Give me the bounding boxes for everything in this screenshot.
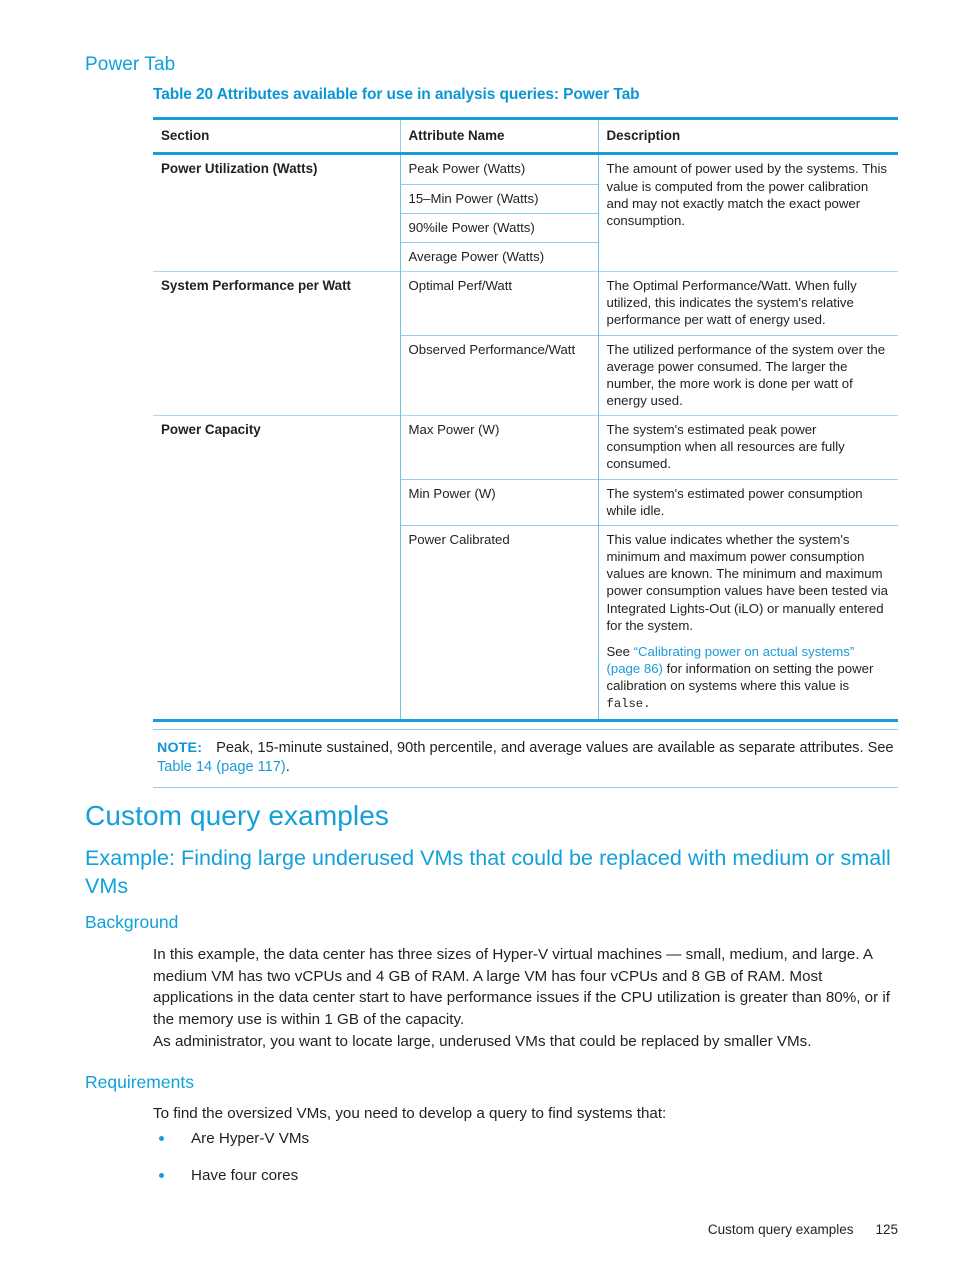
table-row: System Performance per Watt Optimal Perf…	[153, 271, 898, 416]
background-paragraph-1: In this example, the data center has thr…	[153, 946, 890, 1028]
cell-description: This value indicates whether the system'…	[597, 524, 898, 720]
list-item-label: Are Hyper-V VMs	[191, 1130, 310, 1147]
code-false: false	[606, 697, 644, 712]
example-heading: Example: Finding large underused VMs tha…	[85, 846, 891, 898]
document-page: Power Tab Table 20 Attributes available …	[0, 0, 954, 1271]
note-block: NOTE: Peak, 15-minute sustained, 90th per…	[153, 729, 898, 788]
see-prefix: See	[606, 643, 634, 659]
table-bottom-rule	[153, 719, 898, 723]
cell-description: The amount of power used by the systems.…	[597, 153, 898, 272]
attributes-table: Section Attribute Name Description Power…	[153, 116, 898, 720]
table-row: Power Utilization (Watts) Peak Power (Wa…	[153, 153, 898, 272]
description-paragraph: This value indicates whether the system'…	[606, 531, 889, 633]
table-caption: Table 20 Attributes available for use in…	[153, 86, 640, 103]
bullet-icon	[159, 1173, 164, 1179]
cell-attribute-name: Optimal Perf/Watt	[399, 271, 598, 336]
code-period: .	[643, 697, 651, 712]
cell-description: The utilized performance of the system o…	[597, 334, 898, 416]
footer-section-label: Custom query examples	[707, 1222, 854, 1237]
cell-section-name: System Performance per Watt	[153, 271, 400, 416]
cell-attribute-name: Min Power (W)	[399, 478, 598, 526]
cell-section-name: Power Capacity	[153, 415, 400, 720]
requirements-intro: To find the oversized VMs, you need to d…	[153, 1105, 667, 1122]
column-header-description: Description	[597, 116, 898, 156]
requirements-list: Are Hyper-V VMs Have four cores	[153, 1128, 898, 1203]
page-section-heading: Power Tab	[85, 54, 176, 75]
requirements-heading: Requirements	[85, 1072, 194, 1092]
cell-attribute-name: Max Power (W)	[399, 415, 598, 480]
note-text-end: .	[285, 759, 290, 776]
list-item-label: Have four cores	[191, 1167, 299, 1185]
note-label: NOTE:	[157, 740, 203, 756]
column-header-section: Section	[153, 116, 400, 156]
cell-description: The Optimal Performance/Watt. When fully…	[597, 271, 898, 336]
description-paragraph-with-link: See “Calibrating power on actual systems…	[607, 643, 891, 713]
table-row: Power Capacity Max Power (W) The system'…	[153, 415, 898, 720]
cell-attribute-name: 15–Min Power (Watts)	[399, 183, 598, 214]
cell-attribute-name: 90%ile Power (Watts)	[399, 212, 598, 243]
attributes-table-wrapper: Section Attribute Name Description Power…	[153, 116, 898, 723]
table-head: Section Attribute Name Description	[153, 116, 898, 156]
note-bottom-rule	[153, 786, 898, 788]
background-heading: Background	[85, 912, 179, 932]
note-text: Peak, 15-minute sustained, 90th percenti…	[216, 740, 894, 756]
cell-section-name: Power Utilization (Watts)	[161, 161, 318, 177]
bullet-icon	[159, 1136, 164, 1141]
cell-attribute-name: Average Power (Watts)	[399, 241, 598, 272]
table-body: Power Utilization (Watts) Peak Power (Wa…	[153, 153, 898, 720]
list-item: Have four cores	[153, 1165, 898, 1186]
column-header-attribute-name: Attribute Name	[399, 116, 598, 156]
cell-attribute-name: Power Calibrated	[399, 524, 598, 720]
list-item: Are Hyper-V VMs	[153, 1128, 898, 1149]
cell-description: The system's estimated peak power consum…	[597, 415, 898, 480]
note-body: NOTE: Peak, 15-minute sustained, 90th per…	[153, 730, 898, 787]
table-14-link[interactable]: Table 14 (page 117)	[157, 759, 286, 775]
cell-attribute-name: Peak Power (Watts)	[399, 153, 598, 185]
table-header-row: Section Attribute Name Description	[153, 116, 898, 156]
background-paragraph-2: As administrator, you want to locate lar…	[153, 1033, 812, 1050]
cell-description: The system's estimated power consumption…	[597, 478, 898, 526]
cell-attribute-name: Observed Performance/Watt	[399, 334, 598, 416]
page-footer: Custom query examples 125	[0, 1222, 898, 1237]
footer-page-number: 125	[875, 1222, 898, 1237]
page-title: Custom query examples	[85, 800, 390, 831]
